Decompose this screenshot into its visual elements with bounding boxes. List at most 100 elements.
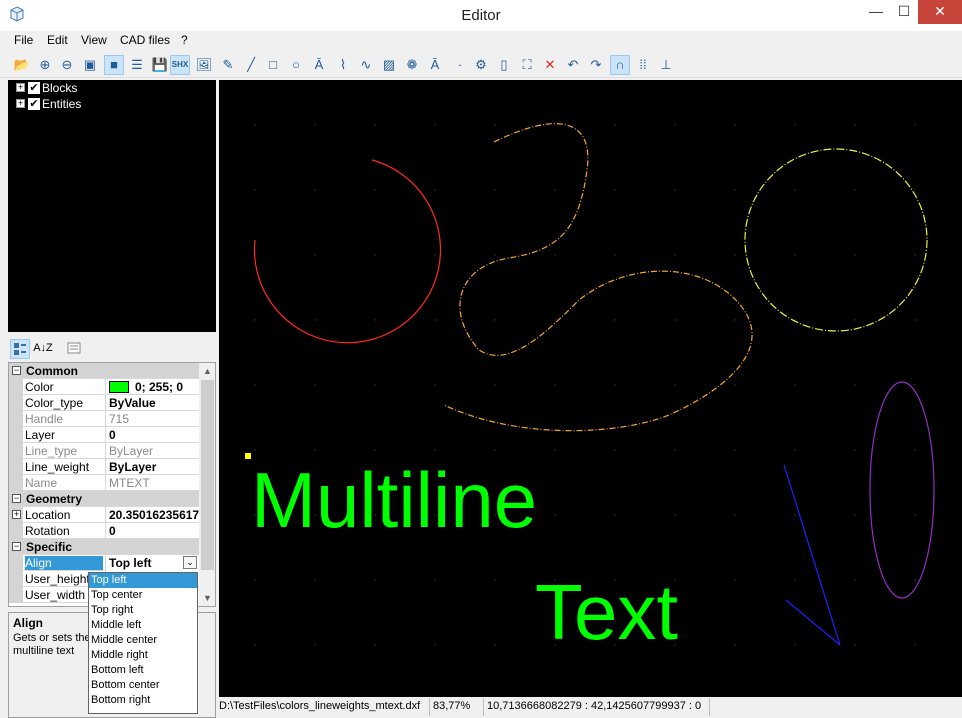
scroll-down-icon[interactable]: ▼	[199, 590, 215, 606]
align-option[interactable]: Bottom center	[89, 678, 197, 693]
point-icon[interactable]: ·	[450, 55, 470, 75]
collapse-icon[interactable]: −	[12, 494, 21, 503]
save-icon[interactable]: 💾	[150, 55, 170, 75]
scroll-thumb[interactable]	[201, 380, 214, 570]
shx-fonts-icon[interactable]: SHX	[170, 55, 190, 75]
line-icon[interactable]: ╱	[241, 55, 261, 75]
property-name: Line_type	[25, 444, 78, 458]
property-pages-icon[interactable]	[64, 339, 84, 359]
tree-item-entities[interactable]: + ✔ Entities	[16, 96, 81, 112]
menu-view[interactable]: View	[81, 33, 107, 47]
close-button[interactable]: ✕	[918, 0, 962, 24]
properties-icon[interactable]: ⚙	[471, 55, 491, 75]
collapse-icon[interactable]: −	[12, 366, 21, 375]
property-value-text: 0	[109, 524, 116, 538]
select-all-icon[interactable]: ⛶	[517, 55, 537, 75]
property-row-color-type[interactable]: Color_type ByValue	[9, 395, 199, 411]
expand-icon[interactable]: +	[16, 83, 25, 93]
open-folder-icon[interactable]: 📂	[12, 55, 32, 75]
tree-item-blocks[interactable]: + ✔ Blocks	[16, 80, 77, 96]
drawing-canvas[interactable]: Multiline Text	[219, 80, 962, 697]
orange-spline-entity[interactable]	[443, 123, 753, 432]
property-row-location[interactable]: + Location 20.35016235617	[9, 507, 199, 523]
maximize-button[interactable]: ☐	[890, 0, 918, 24]
entity-tree[interactable]: + ✔ Blocks + ✔ Entities	[8, 80, 216, 332]
zoom-in-icon[interactable]: ⊕	[35, 55, 55, 75]
align-option[interactable]: Bottom right	[89, 693, 197, 708]
align-option[interactable]: Top center	[89, 588, 197, 603]
property-row-color[interactable]: Color 0; 255; 0	[9, 379, 199, 395]
pencil-icon[interactable]: ✎	[218, 55, 238, 75]
property-value[interactable]: ByValue	[105, 395, 199, 411]
property-row-layer[interactable]: Layer 0	[9, 427, 199, 443]
align-option[interactable]: Top right	[89, 603, 197, 618]
image-icon[interactable]: 🖼	[194, 55, 214, 75]
property-row-handle[interactable]: Handle 715	[9, 411, 199, 427]
grid-icon[interactable]: ⁞⁞	[633, 55, 653, 75]
chevron-down-icon[interactable]: ⌄	[183, 556, 197, 569]
minimize-button[interactable]: —	[862, 0, 890, 24]
property-value[interactable]: 20.35016235617	[105, 507, 199, 523]
property-value[interactable]: 0; 255; 0	[105, 379, 199, 395]
zoom-fit-icon[interactable]: ▣	[80, 55, 100, 75]
blue-line-entity[interactable]	[783, 464, 841, 646]
property-value[interactable]: Top left ⌄	[105, 555, 199, 571]
checkbox-checked-icon[interactable]: ✔	[28, 81, 40, 94]
property-row-align[interactable]: Align Top left ⌄	[9, 555, 199, 571]
spline-icon[interactable]: ∿	[356, 55, 376, 75]
checkbox-checked-icon[interactable]: ✔	[28, 97, 40, 110]
rectangle-icon[interactable]: □	[263, 55, 283, 75]
text-icon[interactable]: Ā	[309, 55, 329, 75]
red-arc-entity[interactable]	[253, 159, 442, 344]
property-row-line-weight[interactable]: Line_weight ByLayer	[9, 459, 199, 475]
new-page-icon[interactable]: ▯	[494, 55, 514, 75]
ortho-icon[interactable]: ⊥	[656, 55, 676, 75]
mtext-icon[interactable]: Ā	[425, 55, 445, 75]
property-value[interactable]: 0	[105, 523, 199, 539]
menu-file[interactable]: File	[14, 33, 33, 47]
property-value[interactable]: ByLayer	[105, 459, 199, 475]
align-option[interactable]: Top left	[89, 573, 197, 588]
align-option[interactable]: Middle left	[89, 618, 197, 633]
align-option[interactable]: Bottom left	[89, 663, 197, 678]
property-row-line-type[interactable]: Line_type ByLayer	[9, 443, 199, 459]
undo-icon[interactable]: ↶	[563, 55, 583, 75]
scroll-up-icon[interactable]: ▲	[199, 363, 215, 380]
block-icon[interactable]: ❁	[402, 55, 422, 75]
property-row-name[interactable]: Name MTEXT	[9, 475, 199, 491]
zoom-out-icon[interactable]: ⊖	[57, 55, 77, 75]
polyline-icon[interactable]: ⌇	[333, 55, 353, 75]
category-specific[interactable]: − Specific	[9, 539, 199, 555]
hatch-icon[interactable]: ▨	[379, 55, 399, 75]
black-background-icon[interactable]: ■	[104, 55, 124, 75]
delete-icon[interactable]: ✕	[540, 55, 560, 75]
alphabetical-sort-icon[interactable]: A↓Z	[33, 339, 53, 359]
mtext-line-1[interactable]: Multiline	[251, 456, 537, 544]
property-row-rotation[interactable]: Rotation 0	[9, 523, 199, 539]
drawing-svg[interactable]: Multiline Text	[219, 80, 962, 697]
expand-icon[interactable]: +	[16, 99, 25, 109]
align-option[interactable]: Middle right	[89, 648, 197, 663]
align-option[interactable]: Middle center	[89, 633, 197, 648]
menu-cad-files[interactable]: CAD files	[120, 33, 170, 47]
property-grid[interactable]: − Common Color 0; 255; 0 Color_type ByValue Ha…	[8, 362, 216, 607]
circle-icon[interactable]: ○	[286, 55, 306, 75]
categorized-icon[interactable]	[10, 339, 30, 359]
align-dropdown-list[interactable]: Top left Top center Top right Middle left Mi…	[88, 572, 198, 714]
category-common[interactable]: − Common	[9, 363, 199, 379]
layers-icon[interactable]: ☰	[127, 55, 147, 75]
mtext-line-2[interactable]: Text	[535, 568, 678, 656]
collapse-icon[interactable]: −	[12, 542, 21, 551]
menu-edit[interactable]: Edit	[47, 33, 68, 47]
category-geometry[interactable]: − Geometry	[9, 491, 199, 507]
grid-dot	[494, 254, 496, 256]
yellow-circle-entity[interactable]	[744, 148, 928, 332]
expand-icon[interactable]: +	[12, 510, 21, 519]
snap-magnet-icon[interactable]: ∩	[610, 55, 630, 75]
blue-line-entity[interactable]	[785, 599, 841, 646]
menu-help[interactable]: ?	[181, 33, 188, 47]
purple-ellipse-entity[interactable]	[869, 381, 935, 599]
property-value[interactable]: 0	[105, 427, 199, 443]
property-grid-scrollbar[interactable]: ▲ ▼	[199, 363, 215, 606]
redo-icon[interactable]: ↷	[586, 55, 606, 75]
